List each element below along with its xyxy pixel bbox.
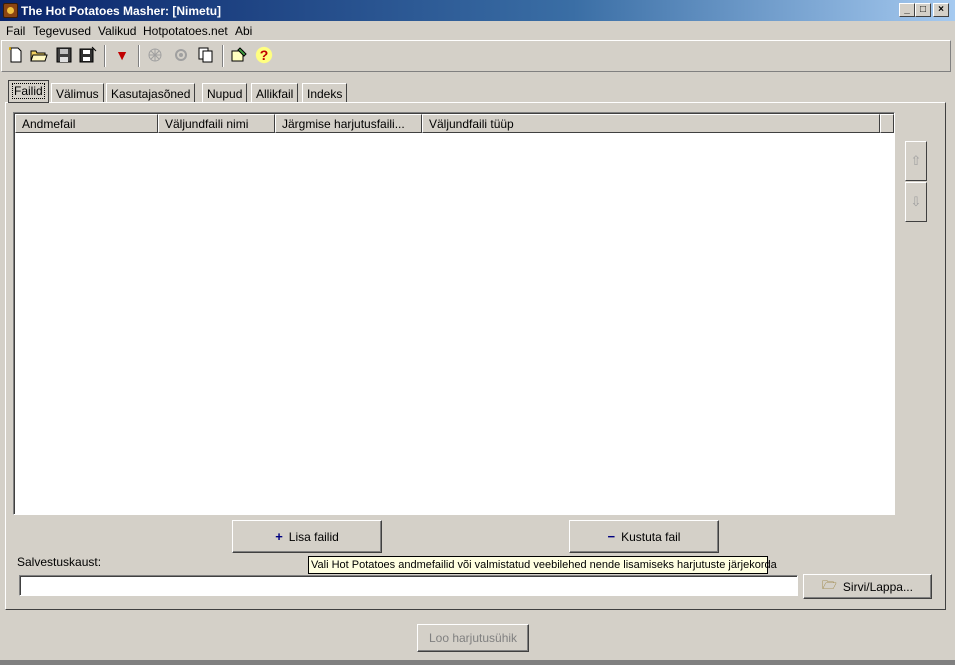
- column-header-output-type[interactable]: Väljundfaili tüüp: [422, 114, 880, 133]
- help-icon[interactable]: ?: [254, 45, 274, 65]
- tab-files[interactable]: Failid: [8, 80, 49, 103]
- tools-icon[interactable]: [229, 45, 249, 65]
- tab-user-strings-label: Kasutajasõned: [111, 87, 191, 101]
- tab-appearance[interactable]: Välimus: [51, 83, 104, 103]
- tab-buttons[interactable]: Nupud: [202, 83, 248, 103]
- file-list[interactable]: Andmefail Väljundfaili nimi Järgmise har…: [13, 112, 895, 515]
- tab-files-label: Failid: [12, 83, 45, 99]
- menu-hotpotatoes-net[interactable]: Hotpotatoes.net: [143, 24, 228, 38]
- tab-appearance-label: Välimus: [56, 87, 99, 101]
- menu-bar: Fail Tegevused Valikud Hotpotatoes.net A…: [0, 21, 955, 39]
- tooltip: Vali Hot Potatoes andmefailid või valmis…: [308, 556, 777, 574]
- column-header-data-file[interactable]: Andmefail: [15, 114, 158, 133]
- settings-gear-icon[interactable]: [171, 45, 191, 65]
- toolbar-separator: [138, 45, 140, 67]
- close-button[interactable]: ×: [933, 3, 949, 17]
- menu-options[interactable]: Valikud: [98, 24, 136, 38]
- folder-icon: 🗁: [822, 578, 837, 592]
- maximize-button[interactable]: □: [915, 3, 931, 17]
- build-unit-label: Loo harjutusühik: [428, 631, 518, 645]
- app-icon[interactable]: [3, 3, 18, 18]
- tab-user-strings[interactable]: Kasutajasõned: [106, 83, 196, 103]
- menu-actions[interactable]: Tegevused: [33, 24, 91, 38]
- move-down-button[interactable]: ⇩: [905, 182, 927, 222]
- tab-index[interactable]: Indeks: [302, 83, 348, 103]
- tab-index-label: Indeks: [307, 87, 343, 101]
- title-bar: The Hot Potatoes Masher: [Nimetu] _ □ ×: [0, 0, 955, 21]
- tab-source-file[interactable]: Allikfail: [251, 83, 299, 103]
- delete-file-label: Kustuta fail: [621, 529, 681, 544]
- taskbar-edge: [0, 660, 955, 665]
- column-header-output-name[interactable]: Väljundfaili nimi: [158, 114, 275, 133]
- down-arrow-icon[interactable]: ▼: [112, 45, 132, 65]
- minus-icon: −: [607, 529, 616, 544]
- copy-icon[interactable]: [196, 45, 216, 65]
- menu-help[interactable]: Abi: [235, 24, 252, 38]
- add-files-label: Lisa failid: [288, 529, 339, 544]
- save-folder-input[interactable]: [19, 575, 798, 596]
- browse-button[interactable]: 🗁 Sirvi/Lappa...: [803, 574, 932, 599]
- save-folder-label: Salvestuskaust:: [17, 555, 102, 569]
- column-header-next-exercise[interactable]: Järgmise harjutusfaili...: [275, 114, 422, 133]
- tab-source-file-label: Allikfail: [256, 87, 294, 101]
- toolbar: ▼ ?: [1, 40, 951, 72]
- minimize-button[interactable]: _: [899, 3, 915, 17]
- toolbar-separator: [222, 45, 224, 67]
- delete-file-button[interactable]: − Kustuta fail: [569, 520, 719, 553]
- browse-label: Sirvi/Lappa...: [842, 579, 913, 594]
- tab-buttons-label: Nupud: [207, 87, 243, 101]
- open-folder-icon[interactable]: [29, 45, 49, 65]
- window-title: The Hot Potatoes Masher: [Nimetu]: [21, 4, 222, 18]
- new-file-icon[interactable]: [6, 45, 26, 65]
- menu-file[interactable]: Fail: [6, 24, 25, 38]
- build-unit-button[interactable]: Loo harjutusühik: [417, 624, 529, 652]
- web-icon[interactable]: [145, 45, 165, 65]
- add-files-button[interactable]: + Lisa failid: [232, 520, 382, 553]
- move-up-button[interactable]: ⇧: [905, 141, 927, 181]
- plus-icon: +: [275, 529, 283, 544]
- toolbar-separator: [104, 45, 106, 67]
- column-header-filler: [880, 114, 894, 133]
- save-icon[interactable]: [54, 45, 74, 65]
- save-as-icon[interactable]: [78, 45, 98, 65]
